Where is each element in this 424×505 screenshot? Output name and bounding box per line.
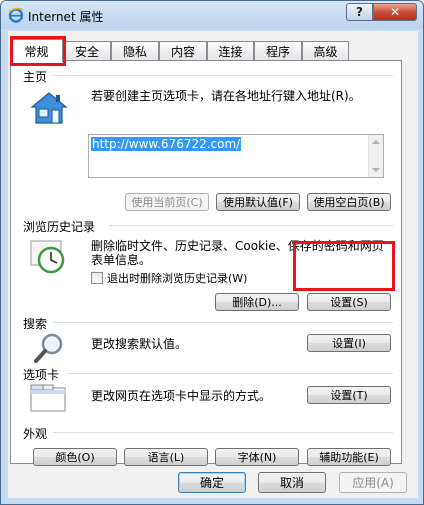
title-bar[interactable]: Internet 属性 ? ✕ (1, 1, 423, 29)
tab-security[interactable]: 安全 (63, 41, 111, 61)
tab-connections[interactable]: 连接 (207, 41, 254, 61)
appearance-section-title: 外观 (23, 427, 48, 441)
home-page-url: http://www.676722.com/ (91, 137, 242, 151)
delete-history-button[interactable]: 删除(D)... (215, 293, 299, 311)
general-tab-panel: 主页 若要创建主页选项卡，请在各地址行键入地址(R)。 http://www.6… (10, 60, 402, 466)
internet-explorer-icon (8, 7, 24, 23)
scroll-down-icon[interactable] (372, 168, 380, 172)
colors-button[interactable]: 颜色(O) (33, 448, 117, 466)
tab-programs[interactable]: 程序 (254, 41, 302, 61)
history-settings-button[interactable]: 设置(S) (307, 293, 391, 311)
tab-content[interactable]: 内容 (159, 41, 207, 61)
languages-button[interactable]: 语言(L) (124, 448, 208, 466)
section-divider (51, 75, 393, 76)
search-description: 更改搜索默认值。 (91, 337, 188, 351)
section-divider (53, 432, 393, 433)
scroll-up-icon[interactable] (372, 140, 380, 144)
help-button[interactable]: ? (346, 3, 373, 21)
tab-strip: 常规 安全 隐私 内容 连接 程序 高级 (8, 39, 418, 62)
use-default-button[interactable]: 使用默认值(F) (216, 193, 300, 211)
dialog-client-area: 常规 安全 隐私 内容 连接 程序 高级 主页 若要创建主页选项卡，请在各地址行… (8, 31, 418, 498)
history-description-line2: 表单信息。 (91, 253, 152, 267)
use-blank-button[interactable]: 使用空白页(B) (307, 193, 391, 211)
fonts-button[interactable]: 字体(N) (215, 448, 299, 466)
search-section-title: 搜索 (23, 317, 48, 331)
home-page-url-textarea[interactable]: http://www.676722.com/ (88, 134, 384, 178)
use-current-button[interactable]: 使用当前页(C) (125, 193, 209, 211)
tabs-settings-button[interactable]: 设置(T) (307, 386, 391, 404)
delete-on-exit-checkbox[interactable] (91, 272, 103, 284)
tab-advanced[interactable]: 高级 (302, 41, 349, 61)
apply-button[interactable]: 应用(A) (339, 472, 407, 493)
internet-options-dialog: Internet 属性 ? ✕ 常规 安全 隐私 内容 连接 程序 高级 主页 … (0, 0, 424, 505)
accessibility-button[interactable]: 辅助功能(E) (307, 448, 391, 466)
history-clock-icon (30, 240, 65, 274)
section-divider (67, 373, 393, 374)
tabs-section-title: 选项卡 (23, 368, 60, 382)
delete-on-exit-label[interactable]: 退出时删除浏览历史记录(W) (107, 270, 247, 286)
search-settings-button[interactable]: 设置(I) (307, 334, 391, 352)
window-title: Internet 属性 (28, 10, 104, 24)
home-icon (30, 92, 68, 124)
search-magnifier-icon (34, 333, 63, 363)
close-button[interactable]: ✕ (373, 3, 417, 21)
ok-button[interactable]: 确定 (178, 472, 246, 493)
section-divider (53, 322, 393, 323)
history-section-title: 浏览历史记录 (23, 220, 96, 234)
section-divider (109, 225, 393, 226)
home-section-title: 主页 (23, 70, 48, 84)
url-scrollbar[interactable] (368, 135, 383, 177)
home-description: 若要创建主页选项卡，请在各地址行键入地址(R)。 (91, 89, 361, 103)
tabbed-window-icon (30, 384, 66, 412)
tab-general[interactable]: 常规 (10, 39, 63, 62)
tabs-description: 更改网页在选项卡中显示的方式。 (91, 389, 272, 403)
cancel-button[interactable]: 取消 (258, 472, 326, 493)
tab-privacy[interactable]: 隐私 (111, 41, 159, 61)
